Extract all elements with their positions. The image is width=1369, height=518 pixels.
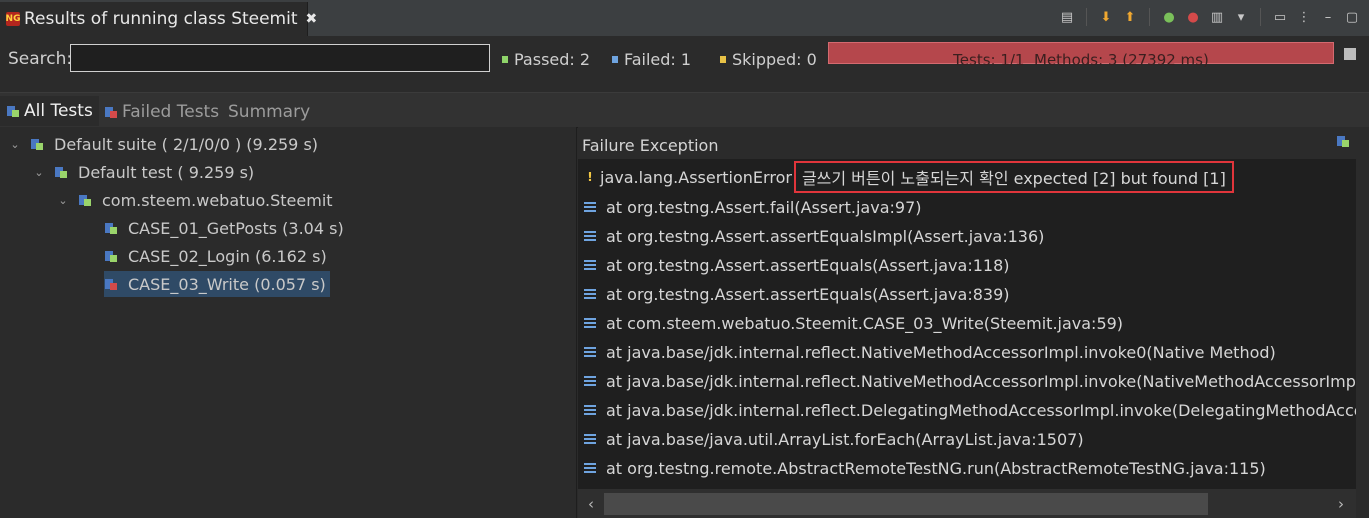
chevron-left-icon[interactable]: ‹ — [582, 494, 600, 514]
stack-frame[interactable]: at java.base/java.util.ArrayList.forEach… — [578, 425, 1084, 453]
progress-text: Tests: 1/1 Methods: 3 (27392 ms) — [953, 51, 1209, 69]
stack-frame[interactable]: at org.testng.Assert.assertEquals(Assert… — [578, 251, 1010, 279]
tree-item-method[interactable]: CASE_02_Login (6.162 s) — [104, 243, 327, 269]
chevron-down-icon[interactable]: ⌄ — [10, 138, 20, 151]
stack-frame-icon — [584, 376, 596, 386]
more-options-icon[interactable]: ⋮ — [1295, 8, 1313, 26]
tree-item-method-selected[interactable]: CASE_03_Write (0.057 s) — [104, 271, 330, 297]
error-message: 글쓰기 버튼이 노출되는지 확인 expected [2] but found … — [793, 161, 1234, 193]
stack-frame[interactable]: at java.base/jdk.internal.reflect.Native… — [578, 338, 1276, 366]
test-icon — [54, 165, 68, 179]
stack-frame-icon — [584, 260, 596, 270]
tree-item-test[interactable]: ⌄ Default test ( 9.259 s) — [34, 159, 254, 185]
stack-frame[interactable]: at com.steem.webatuo.Steemit.CASE_03_Wri… — [578, 309, 1123, 337]
stack-frame-icon — [584, 318, 596, 328]
stack-frame[interactable]: at java.base/jdk.internal.reflect.Native… — [578, 367, 1356, 395]
stack-frame[interactable]: at org.testng.remote.AbstractRemoteTestN… — [578, 454, 1266, 482]
minimize-icon[interactable]: – — [1319, 8, 1337, 26]
failed-count: Failed: 1 — [612, 50, 691, 69]
search-label: Search: — [8, 49, 73, 69]
tab-all-tests[interactable]: All Tests — [0, 96, 99, 126]
view-tab-title: Results of running class Steemit — [24, 9, 298, 29]
maximize-icon[interactable]: ▢ — [1343, 8, 1361, 26]
method-pass-icon — [104, 221, 118, 235]
stack-trace-list: ! java.lang.AssertionError 글쓰기 버튼이 노출되는지… — [578, 159, 1356, 489]
search-input[interactable] — [70, 44, 490, 72]
layout-icon[interactable]: ▥ — [1208, 8, 1226, 26]
rerun-icon[interactable]: ● — [1160, 8, 1178, 26]
stack-frame-icon — [584, 231, 596, 241]
passed-icon — [502, 56, 508, 63]
stack-frame[interactable]: at java.base/jdk.internal.reflect.Delega… — [578, 396, 1356, 424]
stack-frame-icon — [584, 202, 596, 212]
tree-item-method[interactable]: CASE_01_GetPosts (3.04 s) — [104, 215, 344, 241]
compare-result-icon[interactable] — [1336, 134, 1350, 148]
vertical-scrollbar[interactable] — [1356, 127, 1369, 518]
rerun-failed-icon[interactable]: ● — [1184, 8, 1202, 26]
view-menu-icon[interactable] — [1344, 48, 1356, 60]
stack-frame-icon — [584, 463, 596, 473]
progress-bar: Tests: 1/1 Methods: 3 (27392 ms) — [828, 42, 1334, 69]
tree-item-suite[interactable]: ⌄ Default suite ( 2/1/0/0 ) (9.259 s) — [10, 131, 318, 157]
close-icon[interactable]: ✖ — [306, 11, 318, 27]
method-pass-icon — [104, 249, 118, 263]
stack-frame[interactable]: at org.testng.Assert.assertEqualsImpl(As… — [578, 222, 1044, 250]
tab-summary[interactable]: Summary — [228, 98, 310, 126]
chevron-right-icon[interactable]: › — [1332, 494, 1350, 514]
warning-icon: ! — [587, 170, 593, 184]
view-menu-icon[interactable]: ▭ — [1271, 8, 1289, 26]
stack-frame-icon — [584, 434, 596, 444]
skipped-icon — [720, 56, 726, 63]
chevron-down-icon[interactable]: ⌄ — [58, 194, 68, 207]
tree-item-class[interactable]: ⌄ com.steem.webatuo.Steemit — [58, 187, 332, 213]
chevron-down-icon[interactable]: ▾ — [1232, 8, 1250, 26]
stack-frame-icon — [584, 405, 596, 415]
next-failure-icon[interactable]: ⬇ — [1097, 8, 1115, 26]
stack-frame-icon — [584, 289, 596, 299]
failed-icon — [612, 56, 618, 63]
suite-icon — [30, 137, 44, 151]
stack-frame[interactable]: at org.testng.Assert.fail(Assert.java:97… — [578, 193, 921, 221]
stack-frame-icon — [584, 347, 596, 357]
chevron-down-icon[interactable]: ⌄ — [34, 166, 44, 179]
stack-trace-error[interactable]: ! java.lang.AssertionError 글쓰기 버튼이 노출되는지… — [578, 161, 1234, 193]
testng-icon: NG — [6, 12, 20, 26]
passed-count: Passed: 2 — [502, 50, 590, 69]
failed-tests-icon — [104, 105, 118, 119]
stack-frame[interactable]: at org.testng.Assert.assertEquals(Assert… — [578, 280, 1010, 308]
view-toolbar: ▤ ⬇ ⬆ ● ● ▥ ▾ ▭ ⋮ – ▢ — [1058, 4, 1361, 30]
failure-title: Failure Exception — [582, 136, 719, 155]
method-fail-icon — [104, 277, 118, 291]
tab-failed-tests[interactable]: Failed Tests — [104, 98, 219, 126]
test-tree: ⌄ Default suite ( 2/1/0/0 ) (9.259 s) ⌄ … — [0, 127, 577, 518]
class-icon — [78, 193, 92, 207]
history-icon[interactable]: ▤ — [1058, 8, 1076, 26]
all-tests-icon — [6, 104, 20, 118]
scrollbar-thumb[interactable] — [604, 493, 1208, 515]
previous-failure-icon[interactable]: ⬆ — [1121, 8, 1139, 26]
skipped-count: Skipped: 0 — [720, 50, 817, 69]
view-tab[interactable]: NG Results of running class Steemit ✖ — [0, 2, 317, 36]
